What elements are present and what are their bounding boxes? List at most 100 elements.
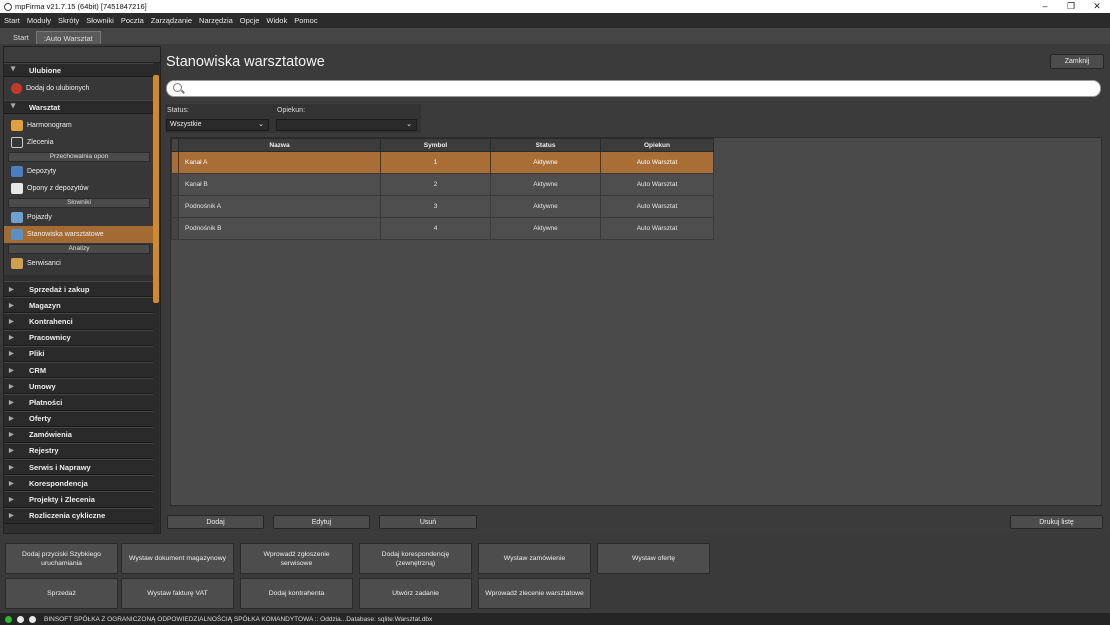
warsztat-group: Harmonogram Zlecenia Przechowalnia opon …: [4, 114, 154, 275]
quick-warehouse-doc-button[interactable]: Wystaw dokument magazynowy: [121, 543, 234, 574]
cell-symbol[interactable]: 3: [380, 195, 491, 218]
cell-nazwa[interactable]: Podnośnik B: [178, 217, 381, 240]
sidebar-section-3[interactable]: ▶ Pracownicy: [4, 329, 154, 346]
sidebar-section-warsztat[interactable]: ▶ Warsztat: [4, 100, 154, 114]
table-row[interactable]: Podnośnik B 4 Aktywne Auto Warsztat: [171, 217, 714, 240]
cell-status[interactable]: Aktywne: [490, 195, 601, 218]
sidebar-section-10[interactable]: ▶ Rejestry: [4, 442, 154, 460]
expand-arrow-icon: ▶: [9, 399, 14, 406]
scrollbar-thumb[interactable]: [153, 75, 159, 303]
tab-start[interactable]: Start: [6, 31, 36, 44]
column-header-symbol[interactable]: Symbol: [380, 138, 491, 152]
print-list-button[interactable]: Drukuj listę: [1010, 515, 1103, 529]
app-icon: [4, 2, 12, 11]
quick-add-correspondence-button[interactable]: Dodaj korespondencję (zewnętrzną): [359, 543, 472, 574]
cell-symbol[interactable]: 2: [380, 173, 491, 196]
quick-add-shortcut-button[interactable]: Dodaj przyciski Szybkiego uruchamiania: [5, 543, 118, 574]
sidebar-scrollbar[interactable]: [153, 63, 159, 533]
add-button[interactable]: Dodaj: [167, 515, 264, 529]
tab-auto-warsztat[interactable]: :Auto Warsztat: [35, 31, 101, 44]
sidebar-section-7[interactable]: ▶ Płatności: [4, 394, 154, 411]
subgroup-przechowalnia-opon[interactable]: Przechowalnia opon: [8, 152, 150, 162]
sidebar-section-13[interactable]: ▶ Projekty i Zlecenia: [4, 491, 154, 508]
cell-opiekun[interactable]: Auto Warsztat: [600, 195, 714, 218]
quick-service-request-button[interactable]: Wprowadź zgłoszenie serwisowe: [240, 543, 353, 574]
sidebar-item-add-favorite[interactable]: Dodaj do ulubionych: [4, 80, 154, 97]
menu-item-widok[interactable]: Widok: [266, 16, 287, 25]
sidebar-section-4[interactable]: ▶ Pliki: [4, 345, 154, 362]
page-title: Stanowiska warsztatowe: [166, 54, 325, 70]
menu-item-start[interactable]: Start: [4, 16, 20, 25]
sidebar-section-1[interactable]: ▶ Magazyn: [4, 297, 154, 314]
sidebar-item-stanowiska-warsztatowe[interactable]: Stanowiska warsztatowe: [4, 226, 154, 243]
menu-item-moduly[interactable]: Moduły: [27, 16, 51, 25]
sidebar-section-2[interactable]: ▶ Kontrahenci: [4, 313, 154, 330]
quick-workshop-order-button[interactable]: Wprowadź zlecenie warsztatowe: [478, 578, 591, 609]
guardian-filter-select[interactable]: ⌄: [276, 119, 417, 131]
sidebar-section-5[interactable]: ▶ CRM: [4, 361, 154, 379]
cell-status[interactable]: Aktywne: [490, 173, 601, 196]
quick-offer-button[interactable]: Wystaw ofertę: [597, 543, 710, 574]
search-input[interactable]: [187, 82, 1087, 95]
row-indicator: [171, 151, 179, 174]
sidebar-section-12[interactable]: ▶ Korespondencja: [4, 475, 154, 492]
cell-opiekun[interactable]: Auto Warsztat: [600, 217, 714, 240]
sidebar-section-11[interactable]: ▶ Serwis i Naprawy: [4, 459, 154, 476]
menu-item-narzedzia[interactable]: Narzędzia: [199, 16, 233, 25]
table-row[interactable]: Podnośnik A 3 Aktywne Auto Warsztat: [171, 195, 714, 218]
close-icon[interactable]: ✕: [1084, 0, 1110, 13]
menu-item-poczta[interactable]: Poczta: [121, 16, 144, 25]
sidebar-item-zlecenia[interactable]: Zlecenia: [4, 134, 154, 151]
menu-item-opcje[interactable]: Opcje: [240, 16, 260, 25]
row-indicator: [171, 217, 179, 240]
cell-opiekun[interactable]: Auto Warsztat: [600, 173, 714, 196]
table-row[interactable]: Kanał A 1 Aktywne Auto Warsztat: [171, 151, 714, 174]
cell-opiekun[interactable]: Auto Warsztat: [600, 151, 714, 174]
menu-item-zarzadzanie[interactable]: Zarządzanie: [151, 16, 192, 25]
sidebar-item-pojazdy[interactable]: Pojazdy: [4, 209, 154, 226]
search-icon: [173, 83, 182, 92]
sidebar-section-ulubione[interactable]: ▶ Ulubione: [4, 63, 154, 77]
close-button[interactable]: Zamknij: [1050, 54, 1104, 69]
quick-vat-invoice-button[interactable]: Wystaw fakturę VAT: [121, 578, 234, 609]
subgroup-analizy[interactable]: Analizy: [8, 244, 150, 254]
menu-item-pomoc[interactable]: Pomoc: [294, 16, 317, 25]
edit-button[interactable]: Edytuj: [273, 515, 370, 529]
status-filter-select[interactable]: Wszystkie ⌄: [166, 119, 269, 131]
column-header-nazwa[interactable]: Nazwa: [178, 138, 381, 152]
search-bar[interactable]: [166, 80, 1101, 97]
sidebar-section-0[interactable]: ▶ Sprzedaż i zakup: [4, 281, 154, 298]
subgroup-slowniki[interactable]: Słowniki: [8, 198, 150, 208]
quick-add-contractor-button[interactable]: Dodaj kontrahenta: [240, 578, 353, 609]
expand-arrow-icon: ▶: [9, 367, 14, 374]
menu-item-slowniki[interactable]: Słowniki: [86, 16, 114, 25]
sidebar-section-6[interactable]: ▶ Umowy: [4, 378, 154, 395]
cell-symbol[interactable]: 1: [380, 151, 491, 174]
sidebar-item-depozyty[interactable]: Depozyty: [4, 163, 154, 180]
cell-nazwa[interactable]: Kanał B: [178, 173, 381, 196]
sidebar-item-harmonogram[interactable]: Harmonogram: [4, 117, 154, 134]
maximize-icon[interactable]: ❐: [1058, 0, 1084, 13]
cell-nazwa[interactable]: Kanał A: [178, 151, 381, 174]
column-header-opiekun[interactable]: Opiekun: [600, 138, 714, 152]
cell-nazwa[interactable]: Podnośnik A: [178, 195, 381, 218]
sidebar-section-8[interactable]: ▶ Oferty: [4, 410, 154, 427]
sidebar-item-serwisanci[interactable]: Serwisanci: [4, 255, 154, 272]
column-header-status[interactable]: Status: [490, 138, 601, 152]
menu-item-skroty[interactable]: Skróty: [58, 16, 79, 25]
delete-button[interactable]: Usuń: [379, 515, 477, 529]
sidebar-section-14[interactable]: ▶ Rozliczenia cykliczne: [4, 507, 154, 524]
minimize-icon[interactable]: –: [1032, 0, 1058, 13]
quick-create-task-button[interactable]: Utwórz zadanie: [359, 578, 472, 609]
cell-status[interactable]: Aktywne: [490, 151, 601, 174]
sidebar-section-9[interactable]: ▶ Zamówienia: [4, 426, 154, 443]
expand-arrow-icon: ▶: [9, 351, 14, 358]
quick-order-button[interactable]: Wystaw zamówienie: [478, 543, 591, 574]
sidebar-item-opony-z-depozytow[interactable]: Opony z depozytów: [4, 180, 154, 197]
table-row[interactable]: Kanał B 2 Aktywne Auto Warsztat: [171, 173, 714, 196]
status-text: BINSOFT SPÓŁKA Z OGRANICZONĄ ODPOWIEDZIA…: [44, 615, 433, 623]
cell-status[interactable]: Aktywne: [490, 217, 601, 240]
sidebar-header: [4, 47, 160, 63]
quick-sale-button[interactable]: Sprzedaż: [5, 578, 118, 609]
cell-symbol[interactable]: 4: [380, 217, 491, 240]
